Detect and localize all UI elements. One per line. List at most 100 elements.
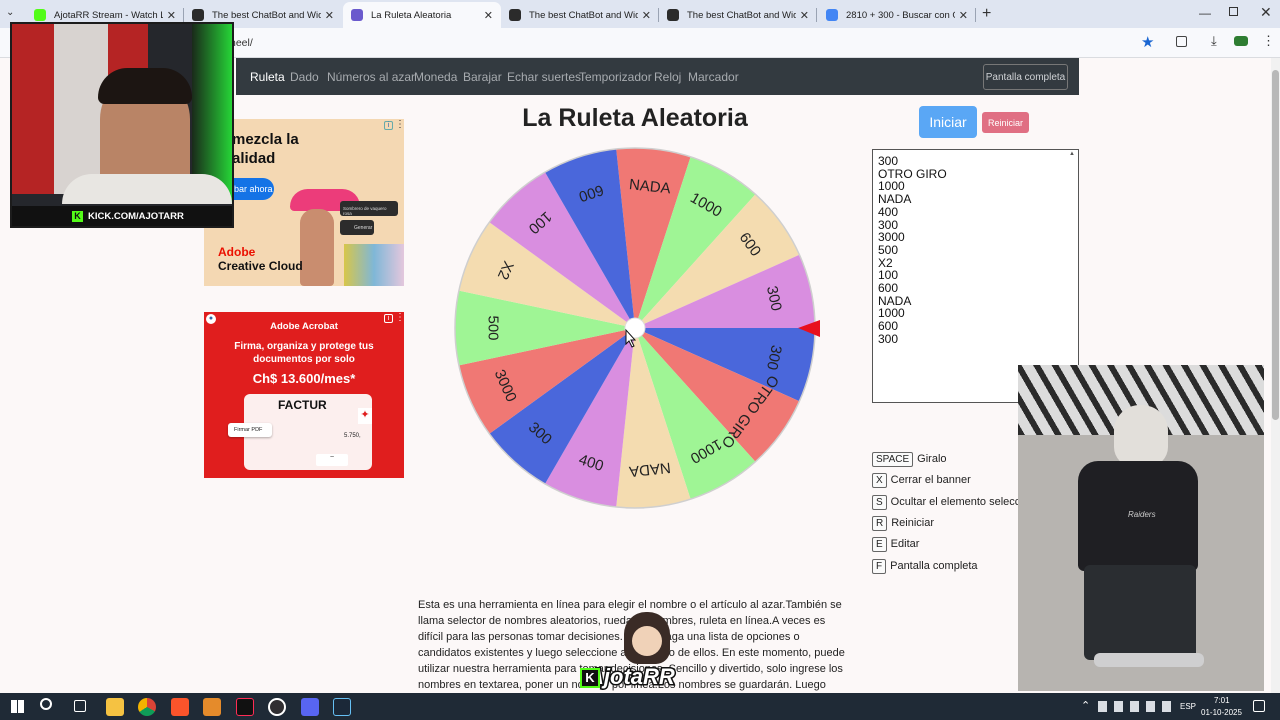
nav-link[interactable]: Números al azar — [327, 70, 415, 84]
notification-icon[interactable] — [1253, 700, 1265, 712]
entry-line: 400 — [878, 204, 899, 219]
tab-close-icon[interactable]: ✕ — [959, 9, 968, 22]
ad2-brand: Adobe Acrobat — [270, 321, 338, 332]
task-view-icon[interactable] — [74, 700, 86, 712]
browser-tab[interactable]: 2810 + 300 - Buscar con Google ✕ — [818, 2, 976, 28]
ad-info-icon[interactable]: i — [384, 121, 393, 130]
tab-title: 2810 + 300 - Buscar con Google — [846, 9, 955, 21]
chibi-face — [632, 626, 662, 656]
steam-icon[interactable] — [333, 698, 351, 716]
tab-close-icon[interactable]: ✕ — [484, 9, 493, 22]
ad2-sign-chip: Firmar PDF — [228, 423, 272, 437]
clock-time[interactable]: 7:01 — [1214, 696, 1230, 705]
tab-title: The best ChatBot and Widgets — [687, 9, 796, 21]
brave-icon[interactable] — [171, 698, 189, 716]
nav-link[interactable]: Moneda — [414, 70, 457, 84]
start-button[interactable]: Iniciar — [919, 106, 977, 138]
wheel[interactable]: NADA1000600300300OTRO GIRO1000NADA400300… — [440, 140, 830, 520]
language-indicator[interactable]: ESP — [1180, 702, 1196, 711]
dog-mask-head — [1114, 405, 1168, 467]
obs-icon[interactable] — [268, 698, 286, 716]
ad2-doc-title: FACTUR — [278, 398, 327, 412]
ad2-headline: Firma, organiza y protege tus documentos… — [234, 341, 374, 365]
restore-icon[interactable] — [1229, 7, 1238, 16]
chrome-icon[interactable] — [138, 698, 156, 716]
ad-menu-icon[interactable]: ⋮ — [395, 119, 404, 130]
entry-line: NADA — [878, 293, 912, 308]
extensions-icon[interactable] — [1176, 36, 1187, 47]
entry-line: 600 — [878, 281, 899, 296]
tiktok-icon[interactable] — [236, 698, 254, 716]
page-title: La Ruleta Aleatoria — [522, 104, 748, 132]
nav-link[interactable]: Reloj — [654, 70, 681, 84]
minimize-icon[interactable]: — — [1199, 6, 1211, 20]
file-explorer-icon[interactable] — [106, 698, 124, 716]
entry-line: 300 — [878, 217, 899, 232]
shortcut-row: SPACE Giralo — [872, 452, 947, 467]
windows-start-icon[interactable] — [11, 700, 24, 713]
ad1-colorful-field — [344, 244, 404, 286]
streamer-logo-overlay: AjotaRR K — [580, 612, 694, 692]
shortcut-key: E — [872, 537, 887, 552]
shortcut-key: S — [872, 495, 887, 510]
page-scrollbar[interactable] — [1271, 58, 1280, 693]
ad1-model-image — [300, 209, 334, 286]
menu-icon[interactable]: ⋮ — [1262, 33, 1275, 49]
tab-title: AjotaRR Stream - Watch Live on — [54, 9, 163, 21]
nav-link[interactable]: Marcador — [688, 70, 739, 84]
entry-line: 500 — [878, 242, 899, 257]
profile-icon[interactable] — [1234, 36, 1248, 46]
tab-close-icon[interactable]: ✕ — [642, 9, 651, 22]
shortcut-row: E Editar — [872, 537, 919, 552]
kick-logo-icon: K — [580, 668, 600, 688]
ad-banner-acrobat[interactable]: ● i ⋮ Adobe Acrobat Firma, organiza y pr… — [204, 312, 404, 478]
clock-date[interactable]: 01-10-2025 — [1201, 708, 1242, 717]
nav-link[interactable]: Dado — [290, 70, 319, 84]
entry-line: 1000 — [878, 306, 905, 321]
character-pants — [1084, 565, 1196, 660]
bookmark-star-icon[interactable]: ★ — [1141, 33, 1154, 51]
tab-favicon-icon — [509, 9, 521, 21]
close-window-icon[interactable]: ✕ — [1260, 4, 1272, 21]
character-shoes — [1094, 653, 1204, 667]
shortcut-row: R Reiniciar — [872, 516, 934, 531]
app-icon-orange[interactable] — [203, 698, 221, 716]
entry-line: 600 — [878, 319, 899, 334]
nav-link[interactable]: Barajar — [463, 70, 502, 84]
search-icon[interactable] — [40, 698, 52, 710]
entry-line: 300 — [878, 154, 899, 168]
tab-title: La Ruleta Aleatoria — [371, 9, 452, 21]
tray-chevron-icon[interactable]: ⌃ — [1081, 699, 1090, 712]
channel-url: KICK.COM/AJOTARR — [88, 211, 184, 222]
nav-link[interactable]: Echar suertes — [507, 70, 581, 84]
textarea-scroll-up-icon[interactable]: ▲ — [1069, 151, 1075, 157]
browser-tab[interactable]: La Ruleta Aleatoria ✕ — [343, 2, 501, 28]
ad1-chip-prompt: Sombrero de vaquero rosa — [340, 201, 398, 216]
nav-link[interactable]: Temporizador — [579, 70, 652, 84]
streamer-shirt — [62, 174, 232, 204]
tab-close-icon[interactable]: ✕ — [167, 9, 176, 22]
browser-tab[interactable]: The best ChatBot and Widgets ✕ — [659, 2, 817, 28]
download-icon[interactable]: ⤓ — [1211, 33, 1217, 49]
dancing-character-overlay: Raiders — [1018, 365, 1264, 691]
ad1-brand-1: Adobe — [218, 245, 256, 259]
tab-favicon-icon — [192, 9, 204, 21]
browser-tab[interactable]: The best ChatBot and Widgets ✕ — [501, 2, 659, 28]
shortcut-label: Ocultar el elemento seleccio — [890, 496, 1029, 508]
discord-icon[interactable] — [301, 698, 319, 716]
tab-search-button[interactable]: ⌄ — [6, 7, 14, 18]
fullscreen-button[interactable]: Pantalla completa — [983, 64, 1068, 90]
new-tab-button[interactable]: + — [982, 5, 991, 23]
nav-link[interactable]: Ruleta — [250, 70, 285, 84]
tab-close-icon[interactable]: ✕ — [325, 9, 334, 22]
entry-line: 300 — [878, 331, 899, 346]
tab-close-icon[interactable]: ✕ — [800, 9, 809, 22]
ad-banner-creative-cloud[interactable]: i ⋮ mezcla la alidad bar ahora Sombrero … — [204, 119, 404, 286]
jacket-text: Raiders — [1128, 510, 1156, 519]
webcam-overlay: K KICK.COM/AJOTARR — [10, 22, 234, 228]
shortcut-row: F Pantalla completa — [872, 559, 978, 574]
reset-button[interactable]: Reiniciar — [982, 112, 1029, 133]
scrollbar-thumb[interactable] — [1272, 70, 1279, 420]
tray-icons[interactable] — [1098, 701, 1172, 712]
shortcut-key: X — [872, 473, 887, 488]
